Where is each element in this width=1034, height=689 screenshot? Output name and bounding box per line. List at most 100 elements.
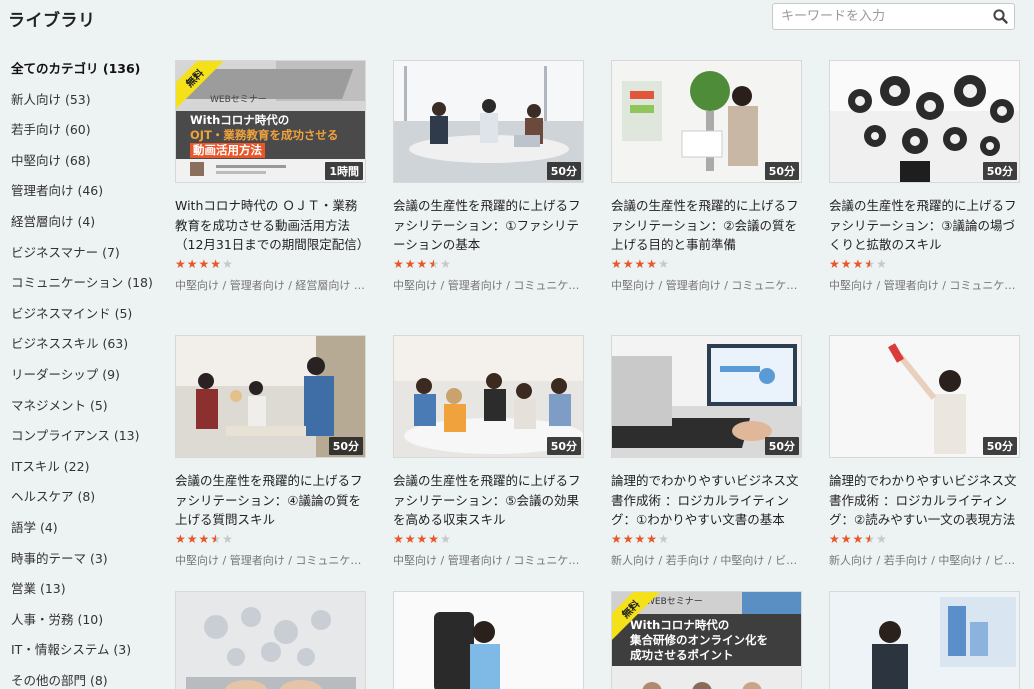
course-card[interactable]: [175, 591, 366, 689]
sidebar-category-item[interactable]: ITスキル (22): [11, 456, 171, 487]
star-icon: ★: [829, 257, 841, 271]
course-card[interactable]: WEBセミナー Withコロナ時代の 集合研修のオンライン化を 成功させるポイント 無料: [611, 591, 802, 689]
sidebar-category-item[interactable]: ビジネスマインド (5): [11, 303, 171, 334]
course-title[interactable]: 論理的でわかりやすいビジネス文書作成術 ：ロジカルライティング：①わかりやすい文…: [611, 471, 802, 529]
star-icon: ★: [393, 532, 405, 546]
course-thumbnail[interactable]: WEBセミナー Withコロナ時代の 集合研修のオンライン化を 成功させるポイント 無料: [611, 591, 802, 689]
thumbnail-image: [830, 592, 1019, 689]
course-card[interactable]: 50分会議の生産性を飛躍的に上げるファシリテーション：④議論の質を上げる質問スキ…: [175, 335, 366, 568]
course-thumbnail[interactable]: [393, 591, 584, 689]
thumbnail-image: [394, 592, 583, 689]
course-title[interactable]: 会議の生産性を飛躍的に上げるファシリテーション：③議論の場づくりと拡散のスキル: [829, 196, 1020, 254]
duration-badge: 1時間: [325, 162, 363, 180]
course-card[interactable]: 50分会議の生産性を飛躍的に上げるファシリテーション：⑤会議の効果を高める収束ス…: [393, 335, 584, 568]
sidebar-category-item[interactable]: ビジネススキル (63): [11, 333, 171, 364]
course-thumbnail[interactable]: WEBセミナー Withコロナ時代の OJT・業務教育を成功させる 動画活用方法 無料 1…: [175, 60, 366, 183]
star-icon: ★: [440, 257, 452, 271]
course-card[interactable]: 50分会議の生産性を飛躍的に上げるファシリテーション：①ファシリテーションの基本…: [393, 60, 584, 293]
star-icon: ★: [864, 532, 877, 546]
course-card[interactable]: 50分論理的でわかりやすいビジネス文書作成術 ：ロジカルライティング：②読みやす…: [829, 335, 1020, 568]
course-tags: 中堅向け / 管理者向け / コミュニケ…: [393, 554, 580, 567]
star-icon: ★: [634, 532, 647, 546]
search-icon[interactable]: [992, 8, 1009, 25]
course-title[interactable]: 会議の生産性を飛躍的に上げるファシリテーション：②会議の質を上げる目的と事前準備: [611, 196, 802, 254]
star-icon: ★: [611, 257, 623, 271]
sidebar-category-item[interactable]: 新人向け (53): [11, 89, 171, 120]
star-icon: ★: [440, 532, 452, 546]
course-title[interactable]: 論理的でわかりやすいビジネス文書作成術 ：ロジカルライティング：②読みやすい一文…: [829, 471, 1020, 529]
star-icon: ★: [393, 257, 405, 271]
sidebar-category-item[interactable]: 全てのカテゴリ (136): [11, 58, 171, 89]
course-card[interactable]: 50分会議の生産性を飛躍的に上げるファシリテーション：③議論の場づくりと拡散のス…: [829, 60, 1020, 293]
course-thumbnail[interactable]: 50分: [829, 60, 1020, 183]
duration-badge: 50分: [546, 162, 581, 180]
sidebar-category-item[interactable]: 管理者向け (46): [11, 180, 171, 211]
star-icon: ★: [175, 257, 187, 271]
duration-badge: 50分: [764, 437, 799, 455]
course-card[interactable]: WEBセミナー Withコロナ時代の OJT・業務教育を成功させる 動画活用方法 無料 1…: [175, 60, 366, 293]
course-title[interactable]: Withコロナ時代の ＯＪＴ・業務教育を成功させる動画活用方法 （12月31日ま…: [175, 196, 366, 254]
star-icon: ★: [864, 257, 877, 271]
sidebar-category-item[interactable]: マネジメント (5): [11, 395, 171, 426]
promo-line: Withコロナ時代の: [630, 618, 730, 632]
sidebar-category-item[interactable]: コンプライアンス (13): [11, 425, 171, 456]
sidebar-category-item[interactable]: 人事・労務 (10): [11, 609, 171, 640]
star-icon: ★: [658, 532, 670, 546]
sidebar-category-item[interactable]: リーダーシップ (9): [11, 364, 171, 395]
sidebar-category-item[interactable]: IT・情報システム (3): [11, 639, 171, 670]
course-tags: 中堅向け / 管理者向け / コミュニケ…: [393, 279, 580, 292]
rating-stars: ★★★★★: [829, 532, 1020, 546]
rating-stars: ★★★★★: [393, 532, 584, 546]
star-icon: ★: [852, 257, 865, 271]
sidebar-category-item[interactable]: 中堅向け (68): [11, 150, 171, 181]
course-thumbnail[interactable]: [829, 591, 1020, 689]
course-tags: 新人向け / 若手向け / 中堅向け / ビジ…: [829, 554, 1020, 567]
star-icon: ★: [840, 532, 853, 546]
duration-badge: 50分: [982, 162, 1017, 180]
star-icon: ★: [186, 532, 199, 546]
search-box: [772, 3, 1015, 30]
course-thumbnail[interactable]: 50分: [829, 335, 1020, 458]
star-icon: ★: [186, 257, 199, 271]
course-thumbnail[interactable]: 50分: [611, 60, 802, 183]
course-card[interactable]: [829, 591, 1020, 689]
search-input[interactable]: [773, 4, 987, 29]
course-thumbnail[interactable]: 50分: [175, 335, 366, 458]
course-card[interactable]: [393, 591, 584, 689]
course-title[interactable]: 会議の生産性を飛躍的に上げるファシリテーション：①ファシリテーションの基本: [393, 196, 584, 254]
sidebar-category-item[interactable]: 時事的テーマ (3): [11, 548, 171, 579]
sidebar-category-item[interactable]: ヘルスケア (8): [11, 486, 171, 517]
sidebar-category-item[interactable]: ビジネスマナー (7): [11, 242, 171, 273]
promo-line: 動画活用方法: [190, 143, 265, 158]
star-icon: ★: [210, 257, 223, 271]
star-icon: ★: [175, 532, 187, 546]
star-icon: ★: [658, 257, 670, 271]
course-card[interactable]: 50分会議の生産性を飛躍的に上げるファシリテーション：②会議の質を上げる目的と事…: [611, 60, 802, 293]
course-title[interactable]: 会議の生産性を飛躍的に上げるファシリテーション：④議論の質を上げる質問スキル: [175, 471, 366, 529]
course-tags: 新人向け / 若手向け / 中堅向け / ビジ…: [611, 554, 802, 567]
promo-subtitle: WEBセミナー: [210, 95, 267, 105]
star-icon: ★: [611, 532, 623, 546]
course-thumbnail[interactable]: 50分: [393, 335, 584, 458]
course-card[interactable]: 50分論理的でわかりやすいビジネス文書作成術 ：ロジカルライティング：①わかりや…: [611, 335, 802, 568]
star-icon: ★: [840, 257, 853, 271]
sidebar-category-item[interactable]: 語学 (4): [11, 517, 171, 548]
sidebar-category-item[interactable]: その他の部門 (8): [11, 670, 171, 689]
star-icon: ★: [428, 532, 441, 546]
star-icon: ★: [622, 257, 635, 271]
star-icon: ★: [416, 257, 429, 271]
course-title[interactable]: 会議の生産性を飛躍的に上げるファシリテーション：⑤会議の効果を高める収束スキル: [393, 471, 584, 529]
sidebar-category-item[interactable]: コミュニケーション (18): [11, 272, 171, 303]
sidebar-category-item[interactable]: 営業 (13): [11, 578, 171, 609]
promo-line: Withコロナ時代の: [190, 113, 290, 127]
course-thumbnail[interactable]: 50分: [393, 60, 584, 183]
course-tags: 中堅向け / 管理者向け / コミュニケ…: [175, 554, 362, 567]
star-icon: ★: [876, 257, 888, 271]
star-icon: ★: [404, 532, 417, 546]
sidebar-category-item[interactable]: 経営層向け (4): [11, 211, 171, 242]
sidebar-category-item[interactable]: 若手向け (60): [11, 119, 171, 150]
course-thumbnail[interactable]: 50分: [611, 335, 802, 458]
star-icon: ★: [622, 532, 635, 546]
rating-stars: ★★★★★: [829, 257, 1020, 271]
course-thumbnail[interactable]: [175, 591, 366, 689]
